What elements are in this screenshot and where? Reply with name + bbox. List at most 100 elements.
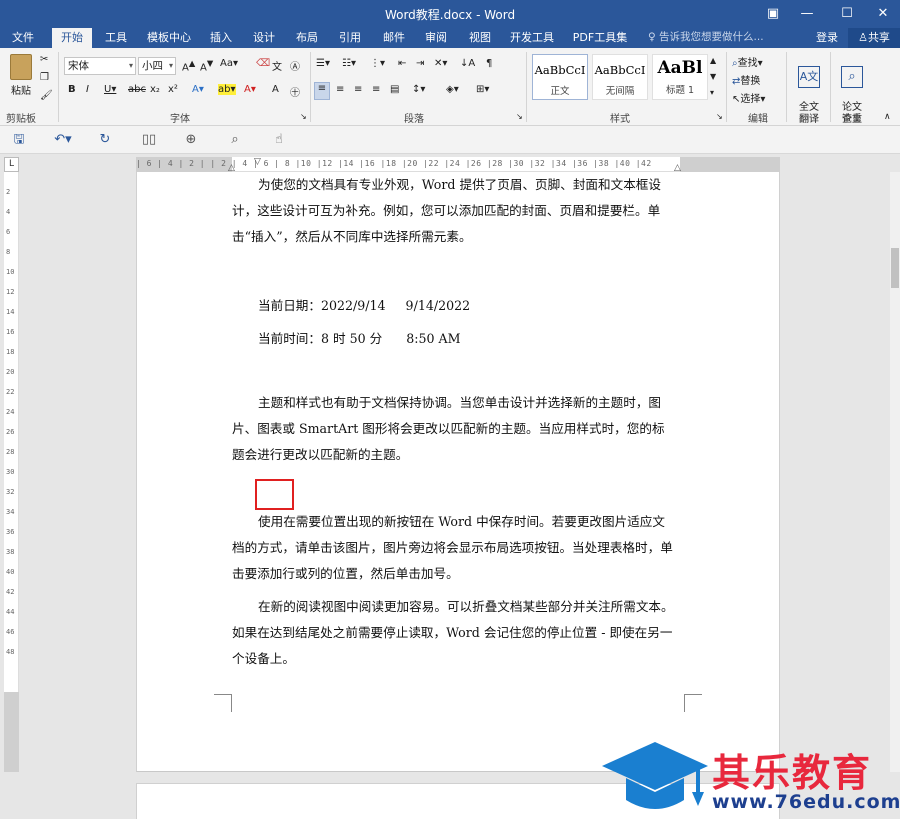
paragraph-1[interactable]: 为使您的文档具有专业外观，Word 提供了页眉、页脚、封面和文本框设计，这些设计… [232, 172, 677, 250]
tab-review[interactable]: 审阅 [418, 28, 454, 48]
superscript-icon[interactable]: x² [168, 84, 178, 95]
time-line[interactable]: 当前时间：8 时 50 分 8:50 AM [258, 328, 461, 347]
login-link[interactable]: 登录 [816, 28, 838, 48]
date-line[interactable]: 当前日期：2022/9/14 9/14/2022 [258, 295, 470, 314]
underline-icon[interactable]: U▾ [104, 84, 116, 95]
tab-selector[interactable]: L [4, 157, 19, 172]
tab-template-center[interactable]: 模板中心 [140, 28, 198, 48]
style-heading-1[interactable]: AaBl 标题 1 [652, 54, 708, 100]
bullets-icon[interactable]: ☰▾ [316, 58, 330, 69]
highlight-icon[interactable]: ab▾ [218, 84, 236, 95]
subscript-icon[interactable]: x₂ [150, 84, 160, 95]
paragraph-4[interactable]: 在新的阅读视图中阅读更加容易。可以折叠文档某些部分并关注所需文本。如果在达到结尾… [232, 594, 677, 672]
redo-icon[interactable]: ↻ [94, 131, 116, 149]
decrease-indent-icon[interactable]: ⇤ [398, 58, 406, 69]
find-button[interactable]: ⌕查找▾ [732, 54, 763, 69]
char-shading-icon[interactable]: A [272, 84, 279, 95]
increase-indent-icon[interactable]: ⇥ [416, 58, 424, 69]
italic-icon[interactable]: I [86, 84, 89, 95]
distribute-icon[interactable]: ▤ [390, 84, 399, 95]
text-effects-icon[interactable]: A▾ [192, 84, 204, 95]
grow-font-icon[interactable]: A▲ [182, 58, 195, 73]
vruler-tick: 10 [6, 268, 15, 276]
cut-icon[interactable]: ✂ [40, 54, 48, 65]
paste-button[interactable]: 粘贴 [6, 54, 36, 97]
tab-tools[interactable]: 工具 [98, 28, 134, 48]
font-name-dropdown[interactable]: 宋体 ▾ [64, 57, 136, 75]
tab-pdf-tools[interactable]: PDF工具集 [568, 28, 632, 48]
select-button[interactable]: ↖选择▾ [732, 90, 765, 105]
share-button[interactable]: ♙共享 [848, 28, 900, 48]
styles-scroll-up-icon[interactable]: ▲ [710, 56, 716, 65]
close-icon[interactable]: ✕ [866, 0, 900, 28]
dialog-launcher-icon[interactable]: ↘ [716, 112, 723, 121]
justify-icon[interactable]: ≡ [372, 84, 380, 95]
dialog-launcher-icon[interactable]: ↘ [300, 112, 307, 121]
replace-button[interactable]: ⇄替换 [732, 72, 760, 87]
clear-format-icon[interactable]: ⌫ [256, 58, 270, 69]
two-pages-icon[interactable]: ▯▯ [138, 131, 160, 149]
vertical-scrollbar[interactable] [890, 172, 900, 772]
format-painter-icon[interactable]: 🖌 [40, 90, 53, 101]
char-border-icon[interactable]: ㊉ [290, 84, 300, 99]
ribbon-display-icon[interactable]: ▣ [756, 0, 790, 28]
style-no-spacing[interactable]: AaBbCcI 无间隔 [592, 54, 648, 100]
vruler-bottom-margin [4, 692, 19, 772]
web-layout-icon[interactable]: ⊕ [180, 131, 202, 149]
tab-developer[interactable]: 开发工具 [504, 28, 560, 48]
enclose-char-icon[interactable]: Ⓐ [290, 58, 300, 73]
chinese-layout-icon[interactable]: ✕▾ [434, 58, 447, 69]
tab-home[interactable]: 开始 [52, 28, 92, 48]
strikethrough-icon[interactable]: abc [128, 84, 146, 95]
styles-scroll-down-icon[interactable]: ▼ [710, 72, 716, 81]
change-case-icon[interactable]: Aa▾ [220, 58, 238, 69]
tab-references[interactable]: 引用 [332, 28, 368, 48]
group-label-paper: 论文 [842, 114, 862, 125]
shrink-font-icon[interactable]: A▼ [200, 58, 213, 73]
tell-me-box[interactable]: ♀ 告诉我您想要做什么... [648, 28, 764, 48]
dialog-launcher-icon[interactable]: ↘ [516, 112, 523, 121]
tab-mailings[interactable]: 邮件 [376, 28, 412, 48]
line-spacing-icon[interactable]: ↕▾ [412, 84, 425, 95]
styles-more-icon[interactable]: ▾ [710, 88, 714, 97]
horizontal-ruler[interactable]: | 6 | 4 | 2 | | 2 | 4 | 6 | 8 |10 |12 |1… [136, 157, 780, 173]
copy-icon[interactable]: ❐ [40, 72, 49, 83]
font-color-icon[interactable]: A▾ [244, 84, 256, 95]
tab-view[interactable]: 视图 [462, 28, 498, 48]
tab-file[interactable]: 文件 [4, 28, 42, 48]
tab-layout[interactable]: 布局 [290, 28, 324, 48]
undo-icon[interactable]: ↶▾ [52, 131, 74, 149]
magnify-document-icon: ⌕ [841, 66, 863, 88]
numbering-icon[interactable]: ☷▾ [342, 58, 356, 69]
collapse-ribbon-icon[interactable]: ∧ [884, 112, 891, 122]
show-marks-icon[interactable]: ¶ [486, 58, 492, 69]
first-line-indent-marker[interactable]: ▽ [254, 157, 261, 167]
print-preview-icon[interactable]: ⌕ [224, 131, 246, 149]
maximize-icon[interactable]: ☐ [830, 0, 864, 28]
save-icon[interactable]: 🖫 [8, 131, 30, 149]
bold-icon[interactable]: B [68, 84, 76, 95]
watermark: 其乐教育 www.76edu.com [600, 740, 900, 819]
font-size-dropdown[interactable]: 小四 ▾ [138, 57, 176, 75]
vertical-ruler[interactable]: 2 4 6 8 10 12 14 16 18 20 22 24 26 28 30… [4, 172, 19, 772]
tab-insert[interactable]: 插入 [204, 28, 238, 48]
align-left-icon[interactable]: ≡ [314, 82, 330, 100]
minimize-icon[interactable]: — [790, 0, 824, 28]
borders-icon[interactable]: ⊞▾ [476, 84, 489, 95]
quick-access-toolbar: 🖫 ↶▾ ↻ ▯▯ ⊕ ⌕ ☝ [0, 126, 900, 154]
scrollbar-thumb[interactable] [891, 248, 899, 288]
align-right-icon[interactable]: ≡ [354, 84, 362, 95]
paragraph-2[interactable]: 主题和样式也有助于文档保持协调。当您单击设计并选择新的主题时，图片、图表或 Sm… [232, 390, 677, 468]
sort-icon[interactable]: ↓A [460, 58, 475, 69]
paragraph-3[interactable]: 使用在需要位置出现的新按钮在 Word 中保存时间。若要更改图片适应文档的方式，… [232, 509, 677, 587]
vruler-tick: 40 [6, 568, 15, 576]
group-label-editing: 编辑 [748, 114, 768, 125]
touch-mode-icon[interactable]: ☝ [268, 131, 290, 149]
phonetic-guide-icon[interactable]: 文 [272, 58, 282, 73]
style-normal[interactable]: AaBbCcI 正文 [532, 54, 588, 100]
align-center-icon[interactable]: ≡ [336, 84, 344, 95]
shading-icon[interactable]: ◈▾ [446, 84, 459, 95]
tab-design[interactable]: 设计 [246, 28, 282, 48]
document-page[interactable] [136, 172, 780, 772]
multilevel-list-icon[interactable]: ⋮▾ [370, 58, 385, 69]
